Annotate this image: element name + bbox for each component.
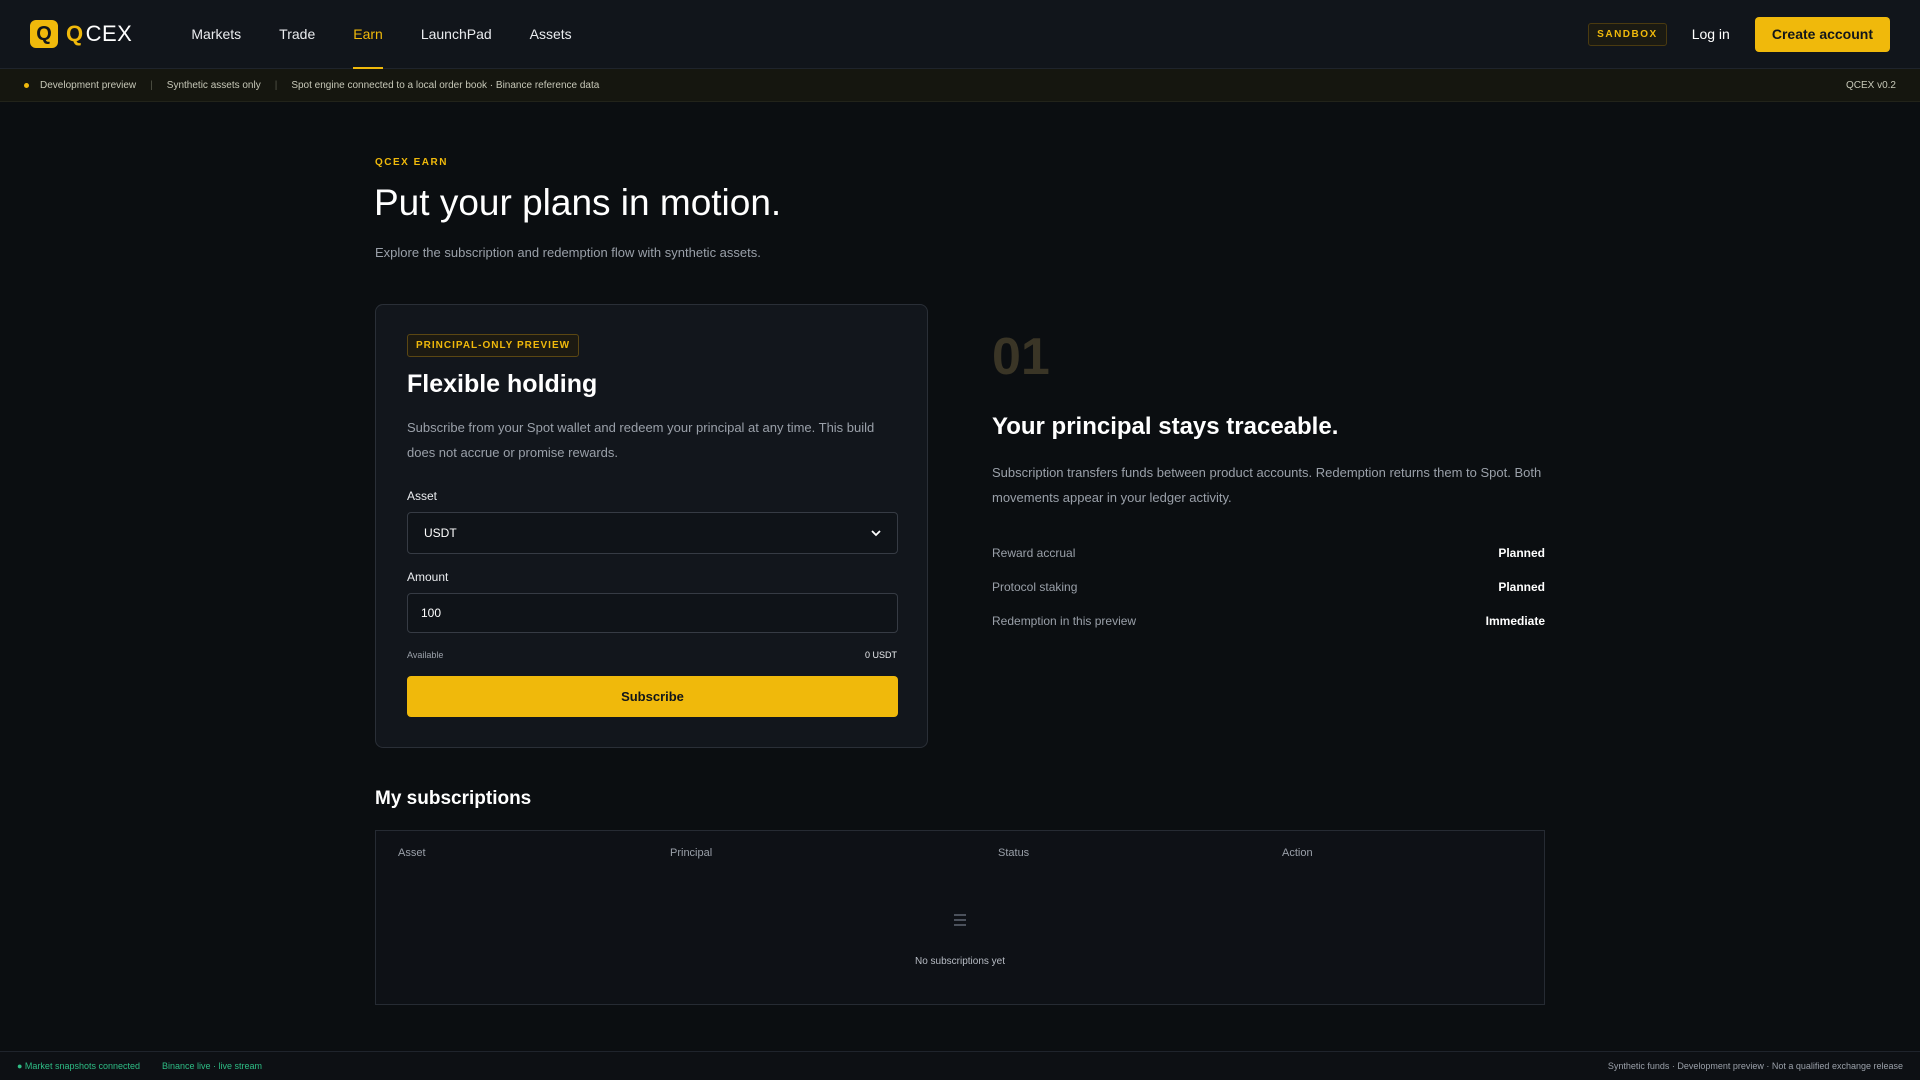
product-description: Subscribe from your Spot wallet and rede… <box>407 420 875 460</box>
login-link[interactable]: Log in <box>1692 26 1730 42</box>
amount-label: Amount <box>407 570 449 584</box>
top-navbar: Q QCEX Markets Trade Earn LaunchPad Asse… <box>0 0 1920 69</box>
create-account-button[interactable]: Create account <box>1754 16 1890 52</box>
sandbox-badge: SANDBOX <box>1588 22 1667 46</box>
brand-logo[interactable]: Q QCEX <box>30 20 132 48</box>
info-title: Your principal stays traceable. <box>992 413 1339 440</box>
main-nav: Markets Trade Earn LaunchPad Assets <box>172 0 590 69</box>
available-balance: 0 USDT <box>864 650 897 660</box>
nav-assets[interactable]: Assets <box>511 0 591 69</box>
info-row-reward-accrual: Reward accrual Planned <box>992 546 1545 560</box>
section-eyebrow: QCEX EARN <box>375 157 448 168</box>
devbar-item-preview: Development preview <box>40 79 137 91</box>
info-row-value: Planned <box>1498 546 1545 560</box>
amount-input[interactable]: 100 <box>407 593 898 633</box>
devbar-item-engine: Spot engine connected to a local order b… <box>291 79 600 91</box>
page-subtitle: Explore the subscription and redemption … <box>375 245 761 260</box>
disclaimer-text: Synthetic funds · Development preview · … <box>1607 1061 1903 1071</box>
empty-state-text: No subscriptions yet <box>914 956 1006 967</box>
logo-icon: Q <box>30 20 58 48</box>
subscriptions-title: My subscriptions <box>375 788 532 809</box>
info-description: Subscription transfers funds between pro… <box>992 465 1542 505</box>
info-row-redemption: Redemption in this preview Immediate <box>992 614 1545 628</box>
chevron-down-icon <box>871 526 881 540</box>
nav-trade[interactable]: Trade <box>260 0 334 69</box>
asset-select-value: USDT <box>424 526 457 540</box>
flexible-holding-card: PRINCIPAL-ONLY PREVIEW Flexible holding … <box>375 304 928 748</box>
info-row-key: Redemption in this preview <box>992 614 1137 628</box>
nav-actions: SANDBOX Log in Create account <box>1588 16 1890 52</box>
nav-markets[interactable]: Markets <box>172 0 260 69</box>
market-status: ● Market snapshots connected <box>17 1061 141 1071</box>
column-header-action: Action <box>1282 847 1313 859</box>
preview-badge: PRINCIPAL-ONLY PREVIEW <box>407 334 580 357</box>
info-row-value: Planned <box>1498 580 1545 594</box>
brand-name-prefix: Q <box>66 21 84 46</box>
info-row-protocol-staking: Protocol staking Planned <box>992 580 1545 594</box>
nav-launchpad[interactable]: LaunchPad <box>402 0 511 69</box>
asset-label: Asset <box>407 489 438 503</box>
column-header-asset: Asset <box>398 847 426 859</box>
nav-earn[interactable]: Earn <box>334 0 402 69</box>
column-header-principal: Principal <box>670 847 713 859</box>
status-dot-icon <box>24 82 29 88</box>
dev-preview-banner: Development preview | Synthetic assets o… <box>0 69 1920 102</box>
amount-input-value: 100 <box>421 606 442 620</box>
subscribe-button[interactable]: Subscribe <box>407 676 898 717</box>
brand-name: QCEX <box>66 21 132 47</box>
list-icon <box>376 910 1544 933</box>
status-bar: ● Market snapshots connected Binance liv… <box>0 1051 1920 1080</box>
info-row-key: Protocol staking <box>992 580 1078 594</box>
available-label: Available <box>407 650 444 660</box>
devbar-separator: | <box>150 79 153 91</box>
product-title: Flexible holding <box>407 370 598 398</box>
column-header-status: Status <box>998 847 1030 859</box>
info-row-value: Immediate <box>1485 614 1545 628</box>
step-number: 01 <box>992 328 1050 386</box>
page-title: Put your plans in motion. <box>374 182 782 223</box>
info-row-key: Reward accrual <box>992 546 1076 560</box>
binance-status: Binance live · live stream <box>162 1061 263 1071</box>
asset-select[interactable]: USDT <box>407 512 898 554</box>
subscriptions-table: Asset Principal Status Action No subscri… <box>375 830 1545 1005</box>
devbar-separator: | <box>274 79 278 91</box>
devbar-item-synthetic: Synthetic assets only <box>166 79 261 91</box>
brand-name-text: CEX <box>85 21 133 46</box>
version-label: QCEX v0.2 <box>1845 79 1896 91</box>
